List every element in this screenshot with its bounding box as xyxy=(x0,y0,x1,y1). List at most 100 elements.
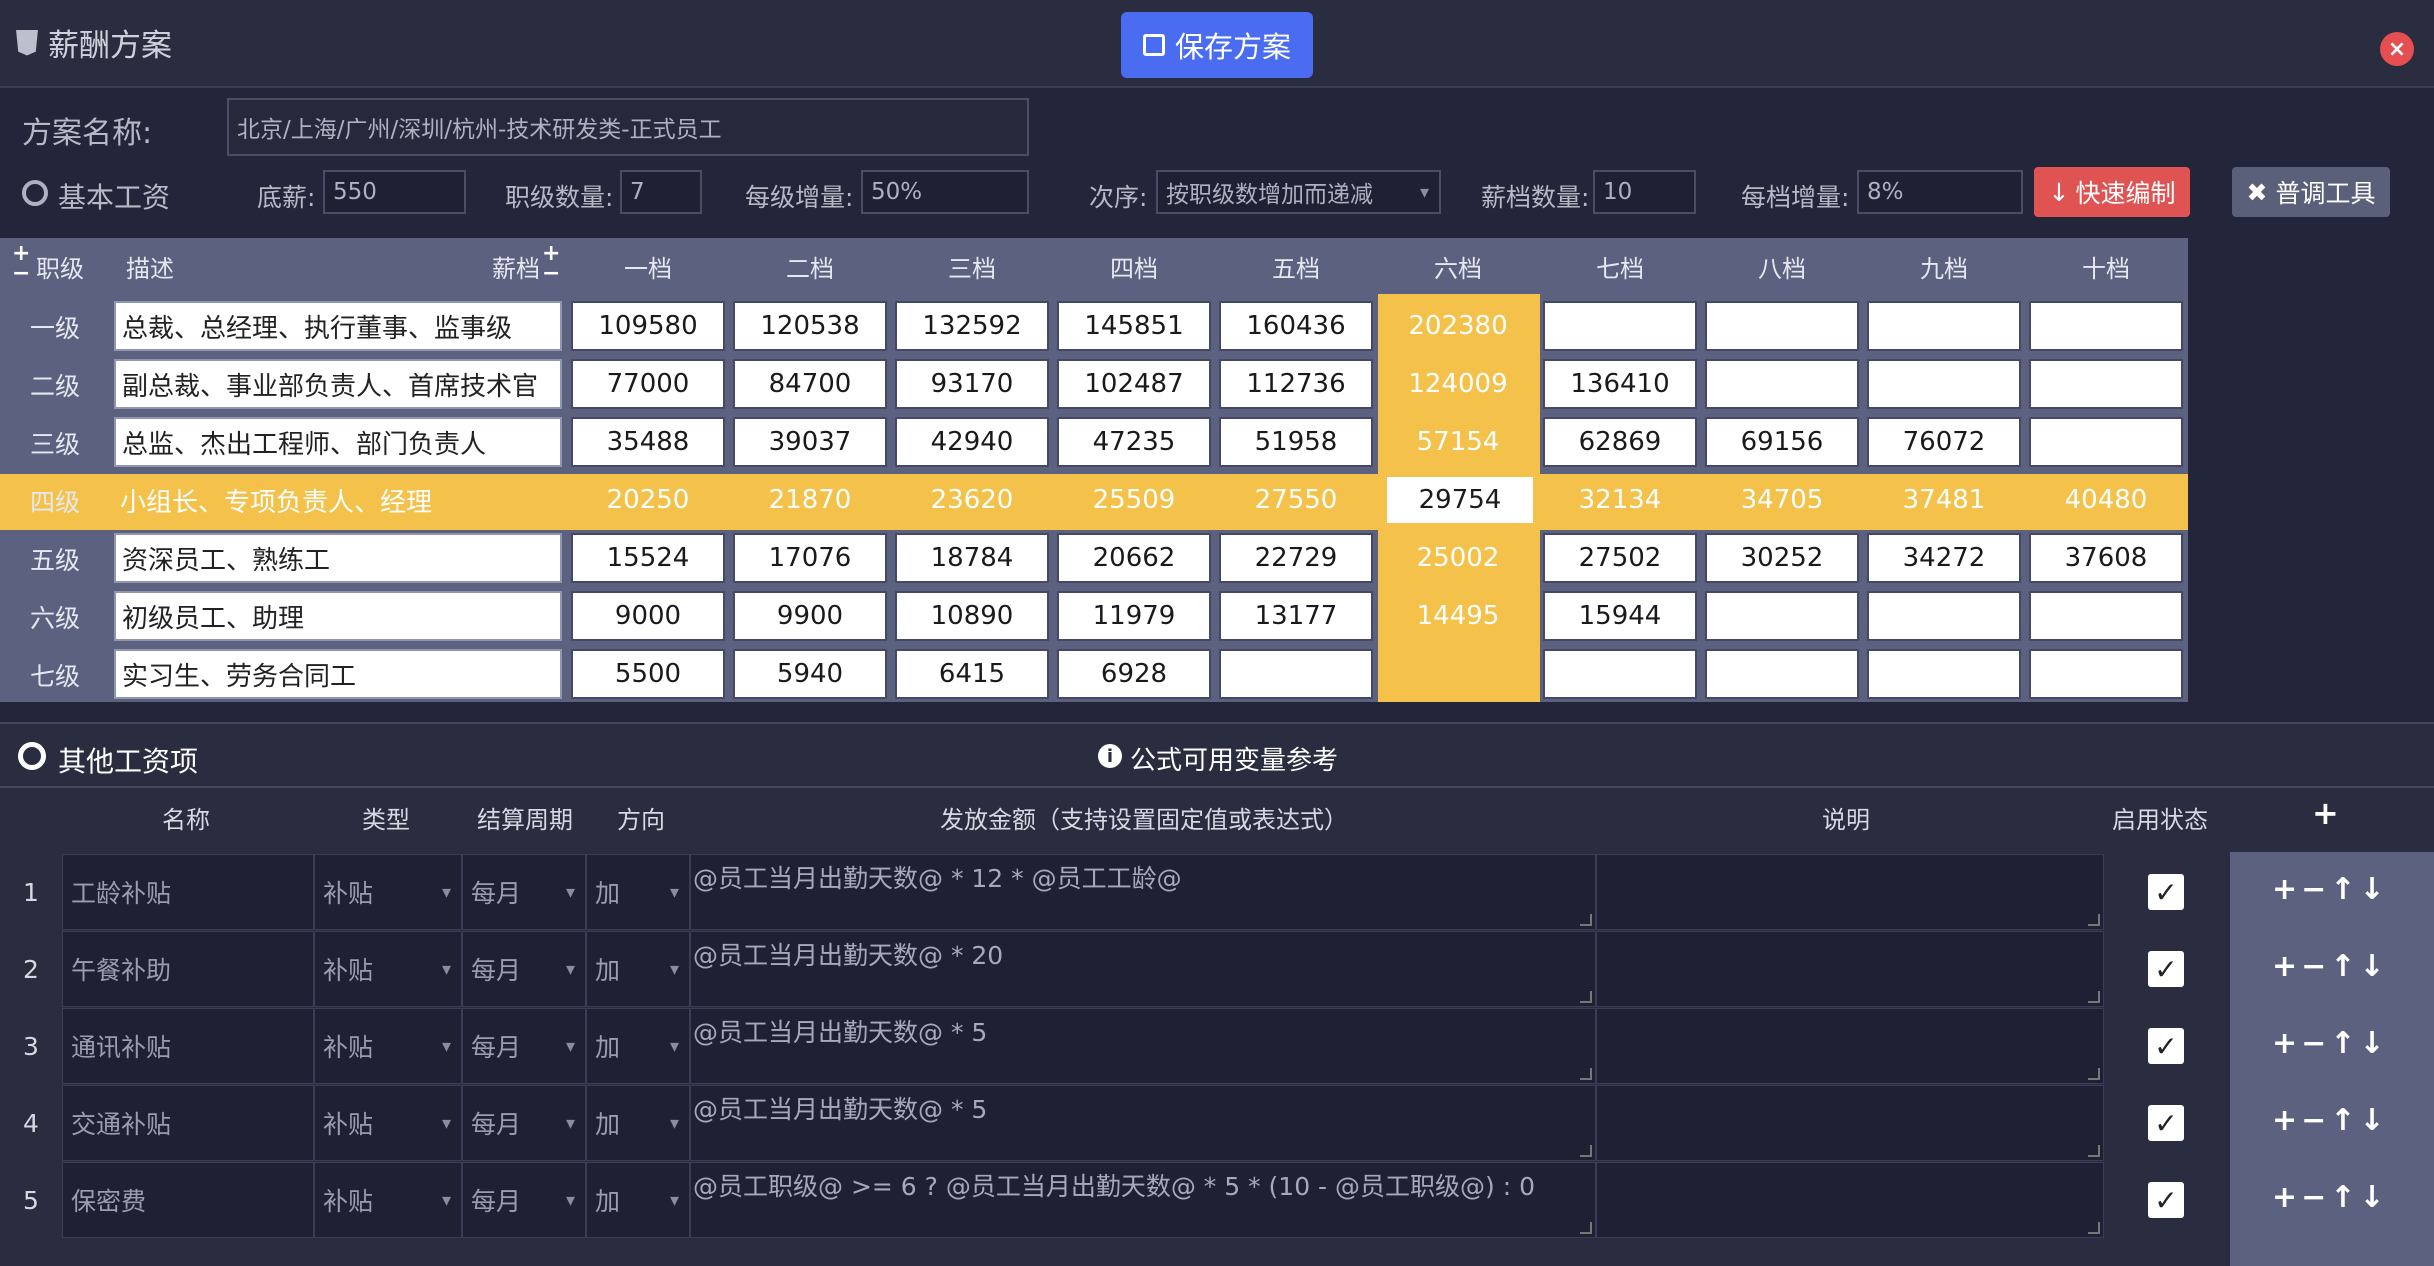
plan-name-input[interactable]: 北京/上海/广州/深圳/杭州-技术研发类-正式员工 xyxy=(227,98,1029,156)
item-type-select[interactable]: 补贴 xyxy=(314,854,462,930)
formula-reference-link[interactable]: 公式可用变量参考 xyxy=(1130,740,1338,777)
salary-step-cell[interactable]: 27550 xyxy=(1219,475,1373,525)
item-direction-select[interactable]: 加 xyxy=(586,1085,690,1161)
row-actions[interactable]: +−↑↓ xyxy=(2272,949,2389,984)
salary-step-cell[interactable]: 57154 xyxy=(1381,417,1535,467)
salary-step-input[interactable] xyxy=(2029,591,2183,641)
salary-step-input[interactable]: 160436 xyxy=(1219,301,1373,351)
salary-step-input[interactable] xyxy=(1705,359,1859,409)
salary-step-input[interactable]: 34272 xyxy=(1867,533,2021,583)
grade-description-input[interactable]: 小组长、专项负责人、经理 xyxy=(114,475,562,525)
salary-step-input[interactable]: 17076 xyxy=(733,533,887,583)
item-direction-select[interactable]: 加 xyxy=(586,854,690,930)
salary-step-cell[interactable]: 34705 xyxy=(1705,475,1859,525)
salary-step-input[interactable]: 5500 xyxy=(571,649,725,699)
order-select[interactable]: 按职级数增加而递减 xyxy=(1156,170,1441,214)
salary-step-input[interactable] xyxy=(1705,591,1859,641)
salary-step-cell[interactable]: 202380 xyxy=(1381,301,1535,351)
grade-description-input[interactable]: 总裁、总经理、执行董事、监事级 xyxy=(114,301,562,351)
salary-step-cell[interactable]: 124009 xyxy=(1381,359,1535,409)
item-period-select[interactable]: 每月 xyxy=(462,854,586,930)
salary-step-input[interactable] xyxy=(1705,301,1859,351)
item-name-input[interactable]: 保密费 xyxy=(62,1162,314,1238)
salary-step-input[interactable]: 109580 xyxy=(571,301,725,351)
salary-step-cell[interactable]: 25509 xyxy=(1057,475,1211,525)
salary-step-cell[interactable]: 25002 xyxy=(1381,533,1535,583)
item-note-textarea[interactable] xyxy=(1596,931,2104,1007)
item-type-select[interactable]: 补贴 xyxy=(314,1008,462,1084)
salary-step-cell[interactable]: 32134 xyxy=(1543,475,1697,525)
salary-step-input[interactable]: 13177 xyxy=(1219,591,1373,641)
salary-step-input[interactable]: 62869 xyxy=(1543,417,1697,467)
add-grade-icon[interactable]: + − xyxy=(12,243,30,285)
salary-step-input[interactable] xyxy=(1705,649,1859,699)
grade-description-input[interactable]: 初级员工、助理 xyxy=(114,591,562,641)
salary-step-input[interactable]: 9000 xyxy=(571,591,725,641)
item-note-textarea[interactable] xyxy=(1596,1085,2104,1161)
item-direction-select[interactable]: 加 xyxy=(586,1008,690,1084)
close-button[interactable]: × xyxy=(2380,32,2414,66)
base-salary-input[interactable]: 550 xyxy=(323,170,466,214)
row-actions[interactable]: +−↑↓ xyxy=(2272,1180,2389,1215)
salary-step-input[interactable] xyxy=(2029,649,2183,699)
salary-step-input[interactable]: 42940 xyxy=(895,417,1049,467)
salary-step-input[interactable]: 15944 xyxy=(1543,591,1697,641)
grade-increment-input[interactable]: 50% xyxy=(861,170,1029,214)
salary-step-input[interactable] xyxy=(1219,649,1373,699)
salary-step-input[interactable] xyxy=(1867,649,2021,699)
salary-step-editing-input[interactable]: 29754 xyxy=(1385,475,1535,525)
salary-step-input[interactable] xyxy=(1867,301,2021,351)
salary-step-input[interactable]: 112736 xyxy=(1219,359,1373,409)
salary-step-input[interactable]: 10890 xyxy=(895,591,1049,641)
item-note-textarea[interactable] xyxy=(1596,1008,2104,1084)
item-note-textarea[interactable] xyxy=(1596,1162,2104,1238)
add-item-button[interactable]: + xyxy=(2312,794,2339,832)
add-step-icon[interactable]: + − xyxy=(542,243,560,285)
salary-step-input[interactable]: 39037 xyxy=(733,417,887,467)
row-actions[interactable]: +−↑↓ xyxy=(2272,1103,2389,1138)
salary-step-input[interactable]: 69156 xyxy=(1705,417,1859,467)
item-period-select[interactable]: 每月 xyxy=(462,1085,586,1161)
item-type-select[interactable]: 补贴 xyxy=(314,1085,462,1161)
enabled-checkbox[interactable]: ✓ xyxy=(2148,1182,2184,1218)
salary-step-input[interactable]: 93170 xyxy=(895,359,1049,409)
enabled-checkbox[interactable]: ✓ xyxy=(2148,1028,2184,1064)
salary-step-input[interactable]: 6928 xyxy=(1057,649,1211,699)
step-count-input[interactable]: 10 xyxy=(1593,170,1696,214)
item-amount-textarea[interactable]: @员工当月出勤天数@ * 5 xyxy=(690,1008,1596,1084)
salary-step-cell[interactable]: 14495 xyxy=(1381,591,1535,641)
radio-icon[interactable] xyxy=(18,742,46,770)
salary-step-input[interactable]: 102487 xyxy=(1057,359,1211,409)
row-actions[interactable]: +−↑↓ xyxy=(2272,872,2389,907)
item-amount-textarea[interactable]: @员工当月出勤天数@ * 20 xyxy=(690,931,1596,1007)
item-period-select[interactable]: 每月 xyxy=(462,1162,586,1238)
salary-step-cell[interactable]: 37481 xyxy=(1867,475,2021,525)
radio-icon[interactable] xyxy=(22,180,48,206)
salary-step-cell[interactable] xyxy=(1381,649,1535,699)
salary-step-input[interactable]: 11979 xyxy=(1057,591,1211,641)
salary-step-cell[interactable]: 23620 xyxy=(895,475,1049,525)
item-name-input[interactable]: 交通补贴 xyxy=(62,1085,314,1161)
salary-step-input[interactable] xyxy=(2029,301,2183,351)
salary-step-input[interactable]: 47235 xyxy=(1057,417,1211,467)
grade-description-input[interactable]: 副总裁、事业部负责人、首席技术官 xyxy=(114,359,562,409)
salary-step-input[interactable]: 145851 xyxy=(1057,301,1211,351)
quick-build-button[interactable]: ↓ 快速编制 xyxy=(2034,167,2190,217)
salary-step-input[interactable]: 76072 xyxy=(1867,417,2021,467)
row-actions[interactable]: +−↑↓ xyxy=(2272,1026,2389,1061)
salary-step-input[interactable] xyxy=(1867,359,2021,409)
adjust-tools-button[interactable]: ✖ 普调工具 xyxy=(2232,167,2390,217)
item-amount-textarea[interactable]: @员工当月出勤天数@ * 12 * @员工工龄@ xyxy=(690,854,1596,930)
item-type-select[interactable]: 补贴 xyxy=(314,1162,462,1238)
salary-step-cell[interactable]: 20250 xyxy=(571,475,725,525)
salary-step-input[interactable] xyxy=(2029,417,2183,467)
salary-step-input[interactable]: 6415 xyxy=(895,649,1049,699)
step-increment-input[interactable]: 8% xyxy=(1857,170,2023,214)
grade-description-input[interactable]: 实习生、劳务合同工 xyxy=(114,649,562,699)
item-period-select[interactable]: 每月 xyxy=(462,1008,586,1084)
salary-step-input[interactable]: 27502 xyxy=(1543,533,1697,583)
grade-count-input[interactable]: 7 xyxy=(620,170,702,214)
salary-step-input[interactable]: 20662 xyxy=(1057,533,1211,583)
salary-step-input[interactable] xyxy=(1543,649,1697,699)
item-name-input[interactable]: 午餐补助 xyxy=(62,931,314,1007)
